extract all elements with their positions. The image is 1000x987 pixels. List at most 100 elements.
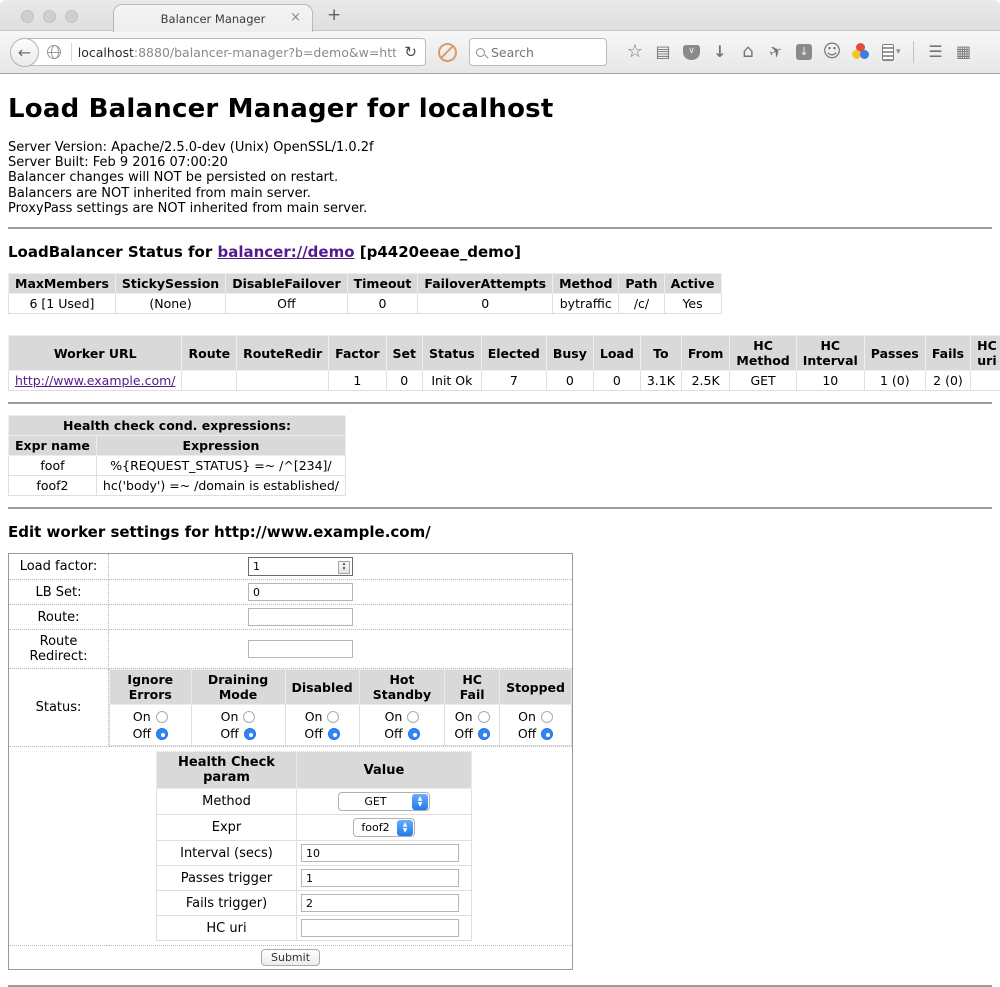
select-down-icon: ▼ [403, 828, 408, 834]
extension-colordots-icon[interactable] [851, 43, 871, 61]
toolbar-icons: ☆ ▤ ∨ ↓ ⌂ ✈ ↓ ☺ ▾ ☰ ▦ [621, 41, 978, 63]
blue-dot [860, 50, 869, 59]
back-button[interactable]: ← [10, 38, 39, 67]
pocket-icon[interactable]: ∨ [683, 45, 700, 60]
page-title: Load Balancer Manager for localhost [8, 74, 992, 124]
adblock-disabled-icon[interactable] [438, 43, 457, 62]
site-identity-globe-icon[interactable] [47, 45, 61, 59]
col-ignore-errors: Ignore Errors [110, 670, 192, 705]
chat-smiley-icon[interactable]: ☺ [818, 42, 846, 62]
form-row-load-factor: Load factor: 1 ▴▾ [9, 554, 573, 580]
off-label: Off [304, 725, 322, 742]
downloads-icon[interactable]: ↓ [706, 42, 734, 62]
col-method: Method [553, 274, 619, 294]
form-row-health-check: Health Check param Value Method GET ▲▼ [9, 747, 573, 946]
hot-standby-off-radio[interactable] [408, 728, 420, 740]
balancer-demo-link[interactable]: balancer://demo [217, 243, 354, 261]
search-input[interactable] [491, 45, 581, 60]
table-row: foof %{REQUEST_STATUS} =~ /^[234]/ [9, 456, 346, 476]
submit-button[interactable]: Submit [261, 949, 320, 966]
cell-route [182, 371, 237, 391]
expr-table-title: Health check cond. expressions: [9, 416, 346, 436]
col-status: Status [423, 336, 482, 371]
off-label: Off [220, 725, 238, 742]
window-close-button[interactable] [21, 10, 34, 23]
bookmark-star-icon[interactable]: ☆ [621, 42, 649, 62]
route-label: Route: [9, 605, 109, 630]
hc-interval-label: Interval (secs) [157, 841, 297, 866]
hc-method-selected-value: GET [339, 795, 412, 808]
col-fails: Fails [925, 336, 970, 371]
hc-interval-input[interactable] [301, 844, 459, 862]
cell-status: Init Ok [423, 371, 482, 391]
hc-method-select[interactable]: GET ▲▼ [338, 792, 430, 811]
hc-uri-label: HC uri [157, 916, 297, 941]
url-domain: localhost [78, 45, 134, 60]
load-factor-input[interactable]: 1 ▴▾ [248, 557, 353, 576]
lb-set-input[interactable] [248, 583, 353, 601]
number-stepper-icon[interactable]: ▴▾ [338, 561, 350, 574]
hc-fail-off-radio[interactable] [478, 728, 490, 740]
hc-expr-select[interactable]: foof2 ▲▼ [353, 818, 415, 837]
disabled-on-radio[interactable] [327, 711, 339, 723]
url-path: :8880/balancer-manager?b=demo&w=http://w… [134, 45, 397, 60]
ignore-errors-on-radio[interactable] [156, 711, 168, 723]
page-content: Load Balancer Manager for localhost Serv… [0, 74, 1000, 987]
server-version-line: Server Version: Apache/2.5.0-dev (Unix) … [8, 140, 992, 155]
worker-url-link[interactable]: http://www.example.com/ [15, 373, 175, 388]
stepper-down-icon[interactable]: ▾ [343, 567, 346, 572]
route-input[interactable] [248, 608, 353, 626]
window-minimize-button[interactable] [43, 10, 56, 23]
col-hot-standby: Hot Standby [359, 670, 445, 705]
cell-hc-interval: 10 [796, 371, 864, 391]
window-zoom-button[interactable] [65, 10, 78, 23]
col-passes: Passes [864, 336, 925, 371]
hc-uri-input[interactable] [301, 919, 459, 937]
window-controls[interactable] [21, 10, 78, 23]
reader-grid-icon[interactable]: ▦ [950, 42, 978, 62]
col-hc-fail: HC Fail [445, 670, 500, 705]
search-bar[interactable] [469, 38, 607, 66]
form-row-status: Status: Ignore Errors Draining Mode Disa… [9, 669, 573, 747]
menu-hamburger-icon[interactable]: ☰ [922, 42, 950, 62]
edit-worker-form: Load factor: 1 ▴▾ LB Set: Route: Route R… [8, 553, 573, 970]
ignore-errors-off-radio[interactable] [156, 728, 168, 740]
new-tab-button[interactable]: + [327, 5, 341, 25]
url-bar[interactable]: localhost:8880/balancer-manager?b=demo&w… [24, 38, 426, 66]
col-from: From [681, 336, 730, 371]
form-row-route: Route: [9, 605, 573, 630]
col-to: To [640, 336, 681, 371]
hc-passes-input[interactable] [301, 869, 459, 887]
hot-standby-on-radio[interactable] [407, 711, 419, 723]
form-row-route-redirect: Route Redirect: [9, 630, 573, 669]
stopped-on-radio[interactable] [541, 711, 553, 723]
disabled-radios: On Off [285, 705, 359, 746]
hc-fails-input[interactable] [301, 894, 459, 912]
cell-set: 0 [386, 371, 422, 391]
download-panel-icon[interactable]: ↓ [796, 44, 812, 60]
send-tab-icon[interactable]: ✈ [759, 37, 793, 67]
cell-to: 3.1K [640, 371, 681, 391]
draining-mode-radios: On Off [191, 705, 285, 746]
url-text[interactable]: localhost:8880/balancer-manager?b=demo&w… [78, 45, 397, 60]
select-down-icon: ▼ [418, 802, 423, 808]
home-icon[interactable]: ⌂ [734, 42, 762, 62]
balancer-status-table: MaxMembers StickySession DisableFailover… [8, 273, 722, 314]
stopped-off-radio[interactable] [541, 728, 553, 740]
tab-close-icon[interactable]: × [290, 11, 301, 24]
hc-fail-on-radio[interactable] [478, 711, 490, 723]
lb-set-label: LB Set: [9, 580, 109, 605]
container-battery-icon[interactable] [882, 44, 894, 61]
on-label: On [385, 708, 403, 725]
reload-icon[interactable]: ↻ [396, 43, 425, 61]
clipboard-icon[interactable]: ▤ [649, 42, 677, 62]
disabled-off-radio[interactable] [328, 728, 340, 740]
tab-balancer-manager[interactable]: Balancer Manager × [113, 4, 313, 32]
chevron-down-icon[interactable]: ▾ [896, 47, 901, 57]
route-redirect-input[interactable] [248, 640, 353, 658]
draining-mode-on-radio[interactable] [243, 711, 255, 723]
table-row: foof2 hc('body') =~ /domain is establish… [9, 476, 346, 496]
navigation-toolbar: ← localhost:8880/balancer-manager?b=demo… [0, 31, 1000, 74]
on-label: On [518, 708, 536, 725]
draining-mode-off-radio[interactable] [244, 728, 256, 740]
